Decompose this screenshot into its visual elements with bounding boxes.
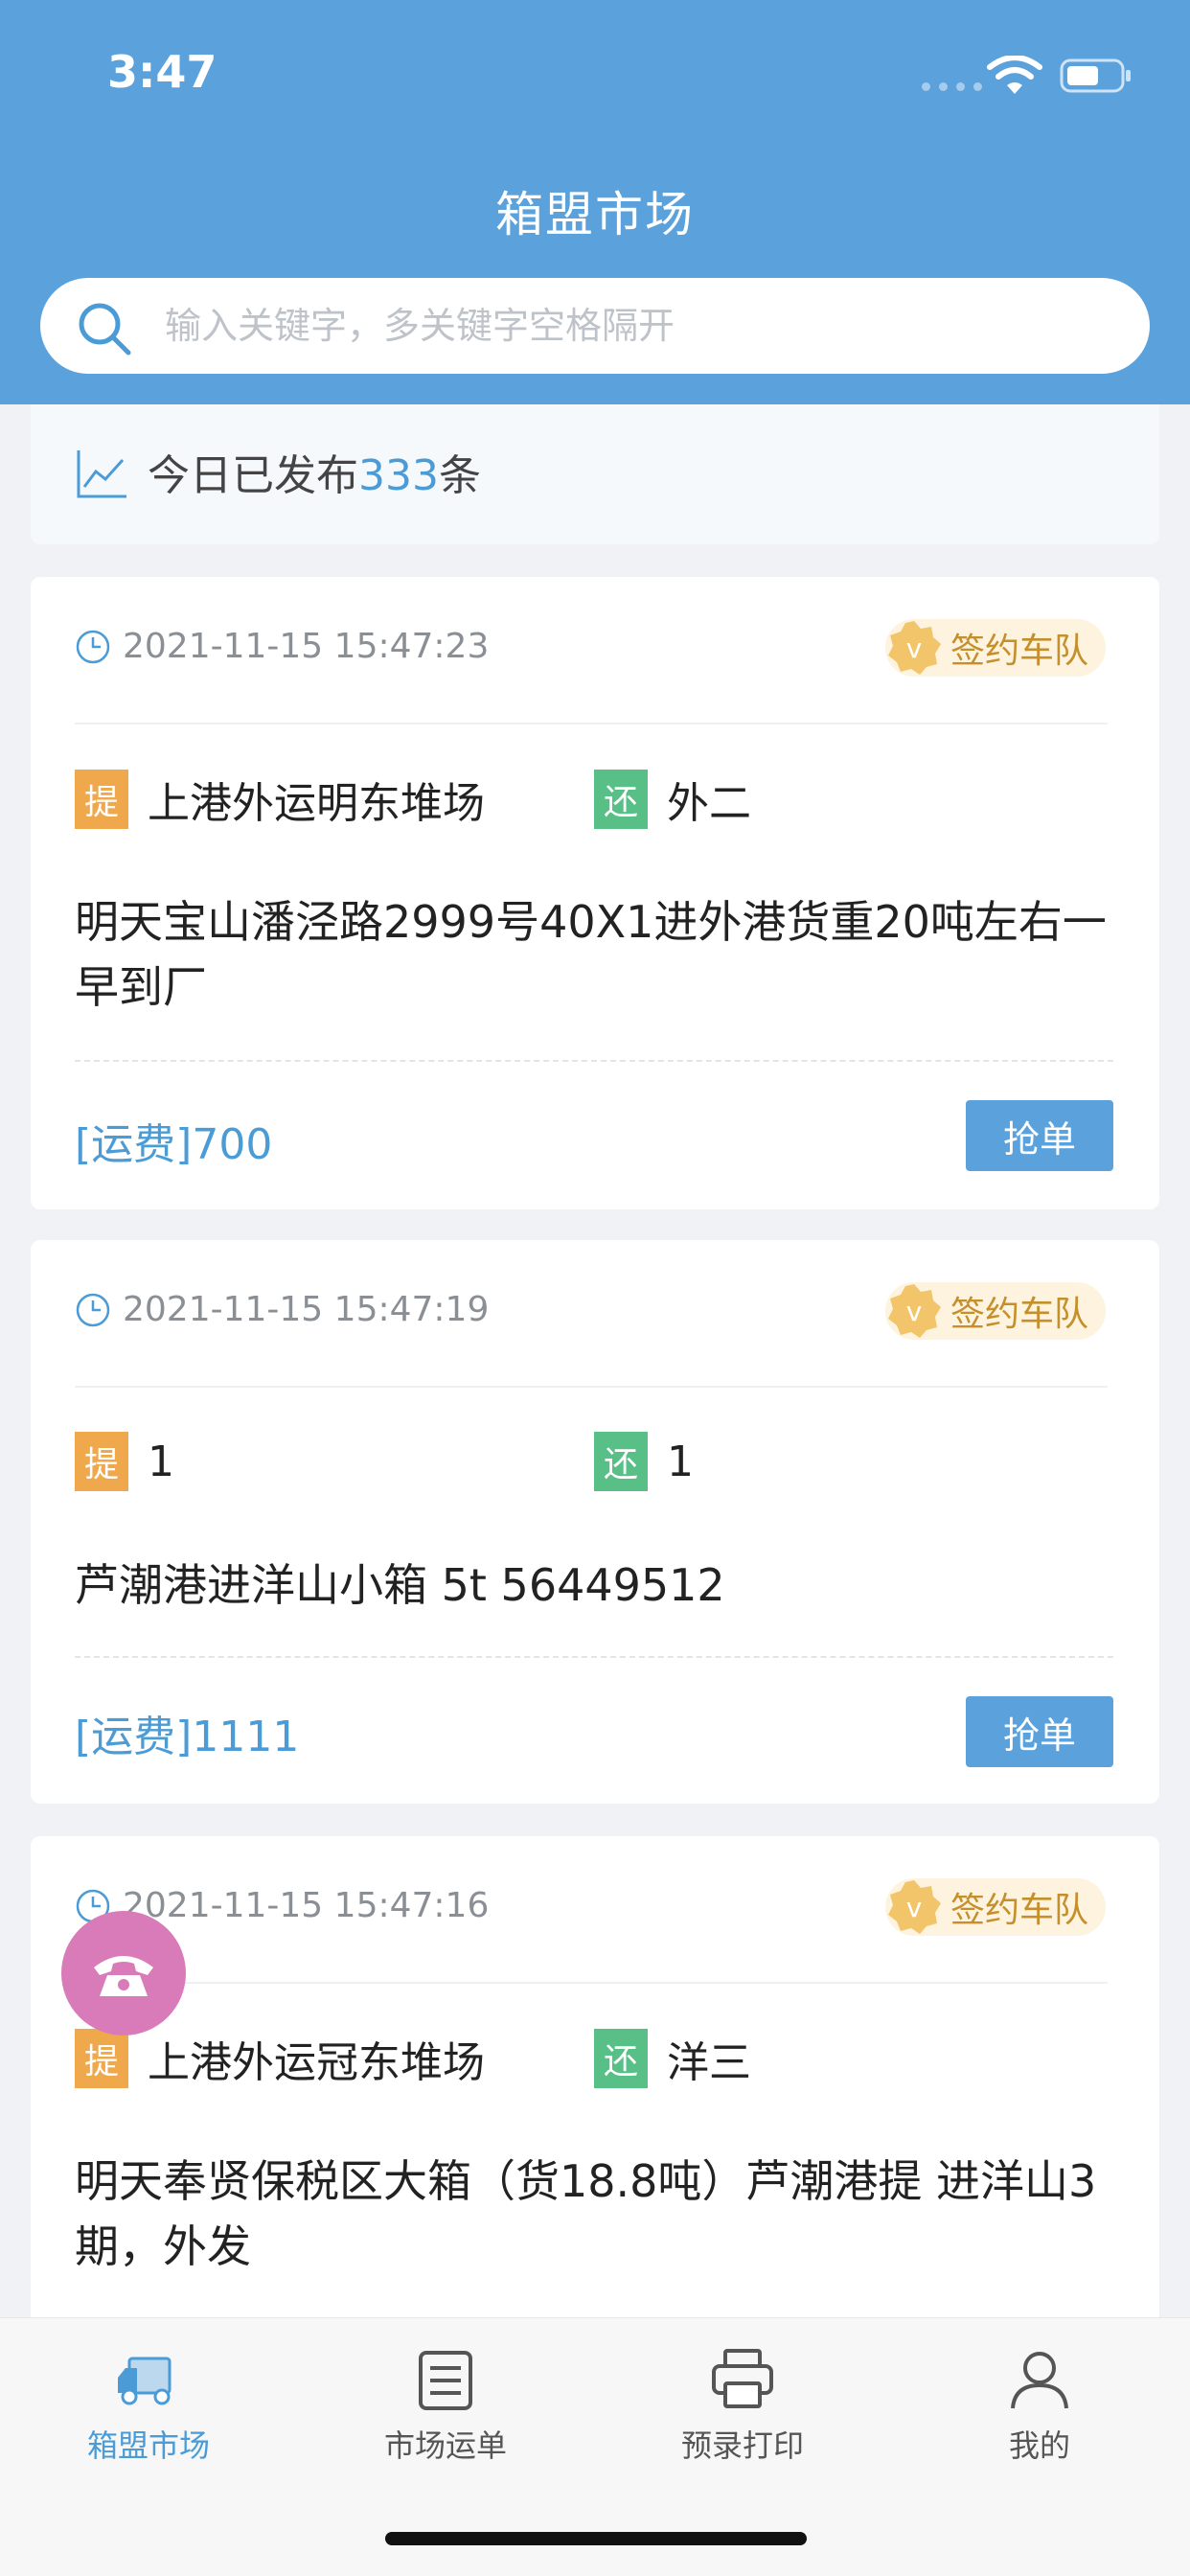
- pickup-location: 提 上港外运冠东堆场: [75, 2028, 485, 2089]
- divider: [75, 1386, 1108, 1388]
- phone-icon: [94, 1956, 153, 1996]
- order-card[interactable]: 2021-11-15 15:47:16 v 签约车队 提 上港外运冠东堆场 还 …: [31, 1836, 1159, 2334]
- clock-icon: [76, 630, 110, 663]
- pickup-tag: 提: [75, 1432, 128, 1491]
- order-time: 2021-11-15 15:47:19: [123, 1290, 490, 1329]
- dashed-divider: [75, 1060, 1113, 1062]
- v-badge-icon: v: [887, 1880, 941, 1934]
- dashed-divider: [75, 1656, 1113, 1658]
- clock-icon: [76, 1293, 110, 1326]
- order-description: 芦潮港进洋山小箱 5t 56449512: [75, 1559, 725, 1611]
- search-icon: [79, 303, 131, 356]
- signed-fleet-badge: v 签约车队: [884, 1878, 1106, 1936]
- freight-fee: [运费]1111: [75, 1713, 300, 1761]
- wifi-icon: [987, 56, 1042, 94]
- grab-order-button[interactable]: 抢单: [966, 1696, 1113, 1767]
- divider: [75, 723, 1108, 724]
- grab-order-button[interactable]: 抢单: [966, 1100, 1113, 1171]
- page-title: 箱盟市场: [495, 187, 695, 242]
- svg-text:v: v: [906, 1892, 923, 1923]
- home-indicator: [385, 2532, 807, 2545]
- status-time: 3:47: [107, 46, 217, 98]
- signed-fleet-badge: v 签约车队: [884, 1282, 1106, 1340]
- return-location: 还 外二: [594, 769, 751, 830]
- return-location: 还 1: [594, 1432, 694, 1491]
- tab-pre-print[interactable]: 预录打印: [594, 2345, 891, 2466]
- truck-icon: [118, 2357, 172, 2405]
- order-time: 2021-11-15 15:47:23: [123, 627, 490, 666]
- search-bar[interactable]: [40, 278, 1150, 374]
- pickup-tag: 提: [75, 2029, 128, 2088]
- svg-text:v: v: [906, 632, 923, 664]
- tab-market[interactable]: 箱盟市场: [0, 2345, 297, 2466]
- app-header: 3:47 箱盟市场: [0, 0, 1190, 404]
- battery-icon: [1060, 58, 1131, 93]
- tab-market-orders[interactable]: 市场运单: [297, 2345, 594, 2466]
- pickup-location: 提 1: [75, 1432, 174, 1491]
- printer-icon: [712, 2349, 773, 2408]
- summary-text: 今日已发布333条: [148, 451, 481, 500]
- tab-mine[interactable]: 我的: [891, 2345, 1188, 2466]
- return-tag: 还: [594, 1432, 648, 1491]
- order-description: 明天奉贤保税区大箱（货18.8吨）芦潮港提 进洋山3期，外发: [75, 2155, 1097, 2272]
- signed-fleet-badge: v 签约车队: [884, 619, 1106, 677]
- trend-chart-icon: [77, 450, 126, 498]
- list-icon: [419, 2351, 472, 2410]
- return-tag: 还: [594, 770, 648, 829]
- svg-text:v: v: [906, 1296, 923, 1327]
- order-time: 2021-11-15 15:47:16: [123, 1886, 490, 1925]
- return-location: 还 洋三: [594, 2028, 751, 2089]
- order-description: 明天宝山潘泾路2999号40X1进外港货重20吨左右一早到厂: [75, 896, 1107, 1013]
- pickup-tag: 提: [75, 770, 128, 829]
- call-button[interactable]: [61, 1911, 186, 2036]
- user-icon: [1011, 2352, 1068, 2409]
- pickup-location: 提 上港外运明东堆场: [75, 769, 485, 830]
- v-badge-icon: v: [887, 621, 941, 675]
- order-card[interactable]: 2021-11-15 15:47:19 v 签约车队 提 1 还 1 芦潮港进洋…: [31, 1240, 1159, 1804]
- search-input[interactable]: [165, 278, 1104, 374]
- publish-summary: 今日已发布333条: [31, 404, 1159, 544]
- v-badge-icon: v: [887, 1284, 941, 1338]
- summary-count: 333: [358, 451, 439, 500]
- freight-fee: [运费]700: [75, 1120, 273, 1169]
- divider: [75, 1982, 1108, 1984]
- signal-icon: [922, 82, 982, 91]
- return-tag: 还: [594, 2029, 648, 2088]
- order-card[interactable]: 2021-11-15 15:47:23 v 签约车队 提 上港外运明东堆场 还 …: [31, 577, 1159, 1209]
